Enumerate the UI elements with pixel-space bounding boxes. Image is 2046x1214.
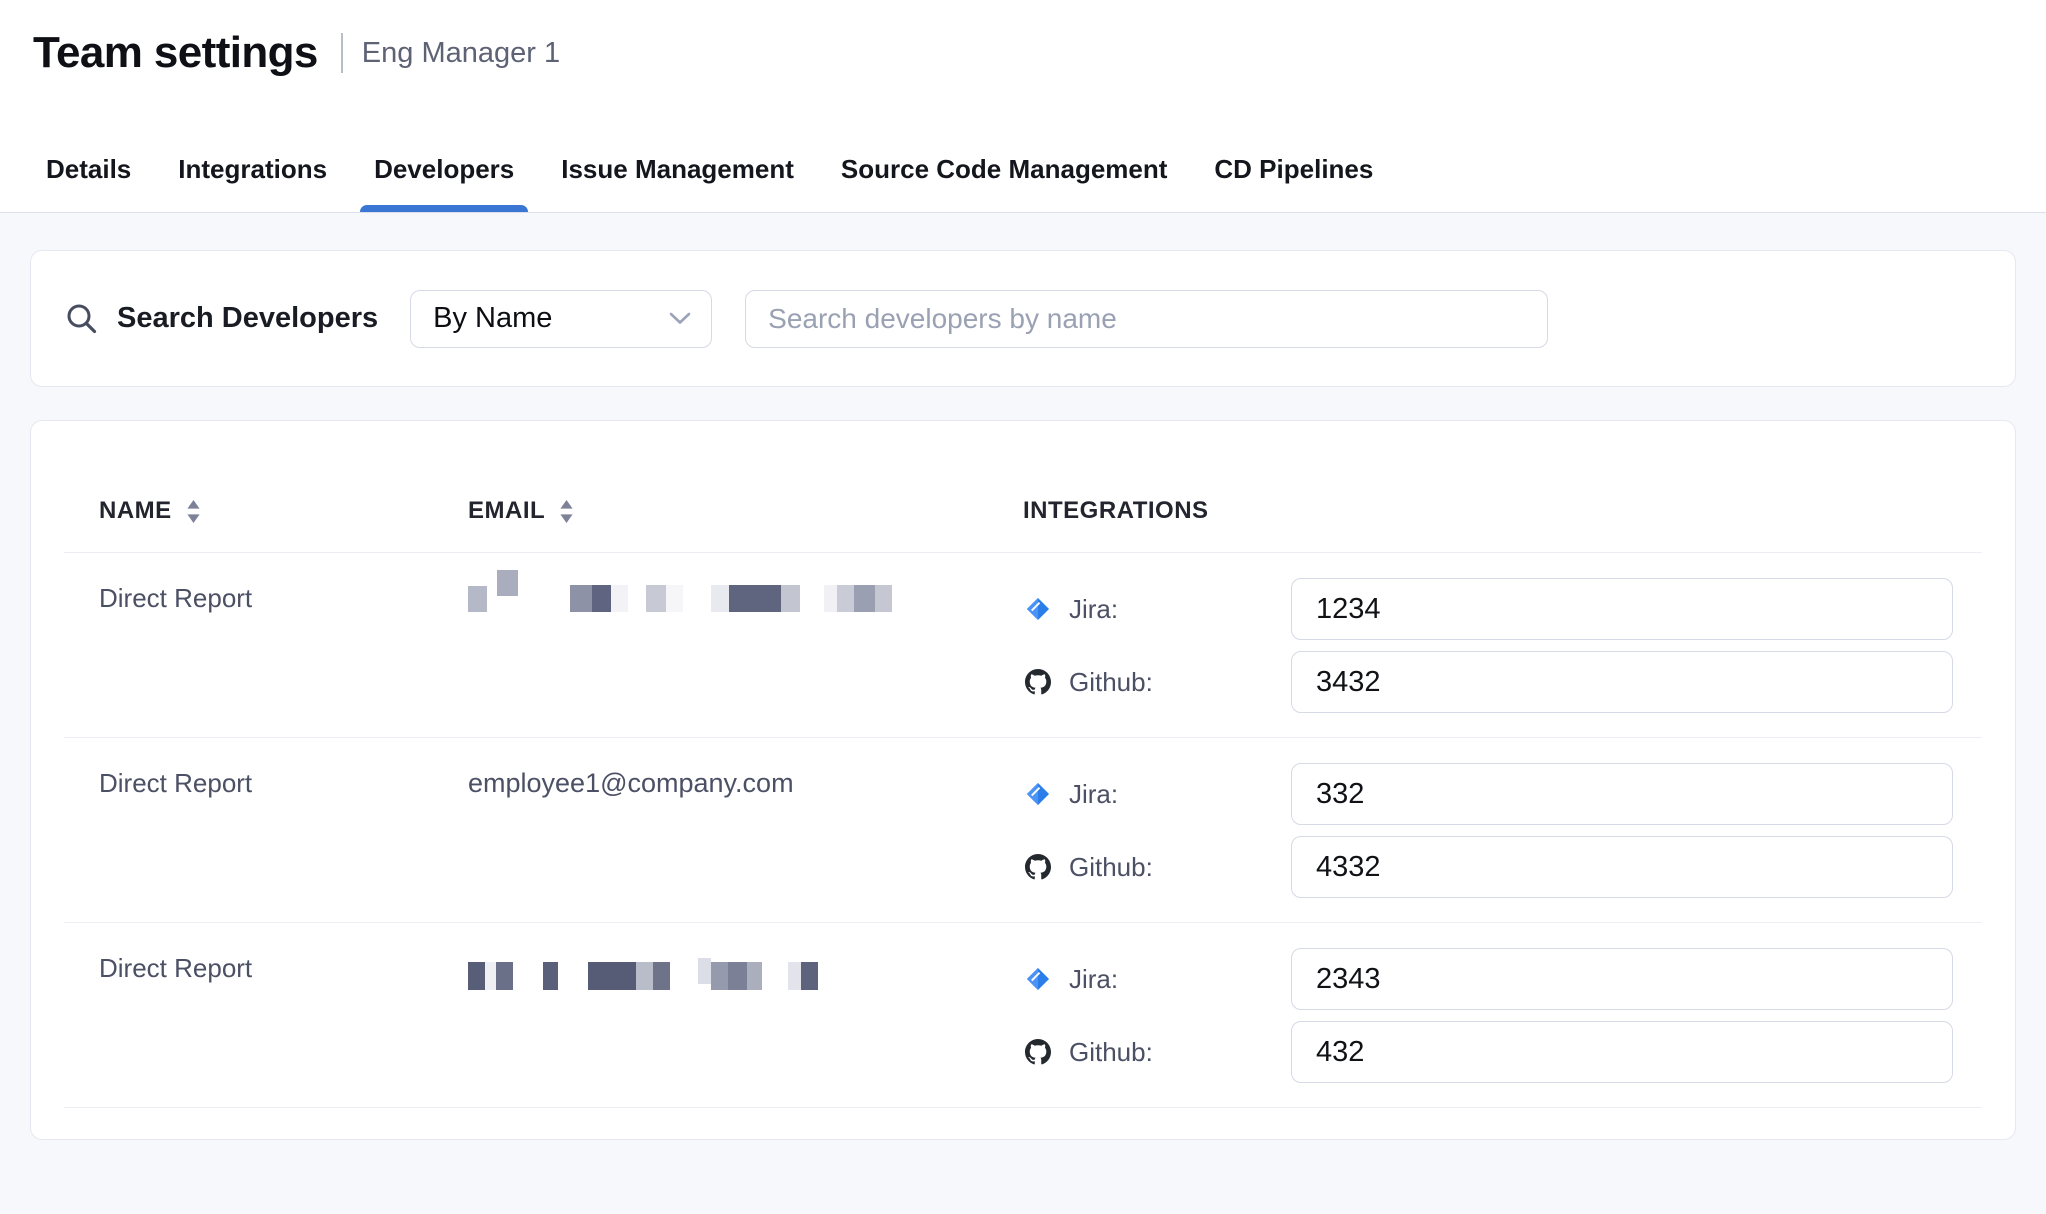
jira-integration-row: Jira: <box>1023 578 1957 640</box>
jira-label: Jira: <box>1069 964 1291 995</box>
jira-id-input-row-1[interactable] <box>1291 578 1953 640</box>
github-integration-row: Github: <box>1023 836 1957 898</box>
github-label: Github: <box>1069 852 1291 883</box>
developer-name: Direct Report <box>99 948 468 1107</box>
search-input[interactable] <box>745 290 1548 348</box>
table-header-row: NAME EMAIL INTEGRATIONS <box>31 421 2015 552</box>
sort-name-icon[interactable] <box>186 499 201 524</box>
tab-integrations[interactable]: Integrations <box>178 154 327 212</box>
github-icon <box>1025 854 1053 880</box>
page-header: Team settings Eng Manager 1 Details Inte… <box>0 0 2046 213</box>
chevron-down-icon <box>669 312 691 325</box>
search-label: Search Developers <box>117 302 378 335</box>
tab-source-code-management[interactable]: Source Code Management <box>841 154 1168 212</box>
jira-icon <box>1025 596 1053 622</box>
sort-email-icon[interactable] <box>559 499 574 524</box>
search-filter-select[interactable]: By Name <box>410 290 712 348</box>
github-id-input-row-1[interactable] <box>1291 651 1953 713</box>
tab-details[interactable]: Details <box>46 154 131 212</box>
table-row: Direct Report <box>31 923 2015 1107</box>
github-icon <box>1025 669 1053 695</box>
column-header-integrations-label: INTEGRATIONS <box>1023 497 1209 525</box>
tab-developers[interactable]: Developers <box>374 154 514 212</box>
row-divider <box>64 1107 1982 1108</box>
column-header-name: NAME <box>99 497 468 525</box>
jira-id-input-row-2[interactable] <box>1291 763 1953 825</box>
tab-issue-management[interactable]: Issue Management <box>561 154 794 212</box>
developer-name: Direct Report <box>99 763 468 922</box>
jira-label: Jira: <box>1069 779 1291 810</box>
page-subtitle: Eng Manager 1 <box>362 37 560 70</box>
jira-icon <box>1025 781 1053 807</box>
table-row: Direct Report <box>31 553 2015 737</box>
github-id-input-row-2[interactable] <box>1291 836 1953 898</box>
search-filter-value: By Name <box>433 302 552 335</box>
table-row: Direct Report employee1@company.com Jira… <box>31 738 2015 922</box>
column-header-integrations: INTEGRATIONS <box>1023 497 2015 525</box>
jira-integration-row: Jira: <box>1023 763 1957 825</box>
redacted-email <box>468 570 1023 612</box>
tab-bar: Details Integrations Developers Issue Ma… <box>46 154 1373 212</box>
tab-cd-pipelines[interactable]: CD Pipelines <box>1214 154 1373 212</box>
search-icon <box>64 301 100 337</box>
github-integration-row: Github: <box>1023 651 1957 713</box>
developers-table: NAME EMAIL INTEGRATIONS Direct Report <box>30 420 2016 1140</box>
github-integration-row: Github: <box>1023 1021 1957 1083</box>
jira-label: Jira: <box>1069 594 1291 625</box>
developer-email: employee1@company.com <box>468 763 1023 922</box>
page-title: Team settings <box>33 28 318 78</box>
redacted-email <box>468 948 1023 990</box>
developer-name: Direct Report <box>99 578 468 737</box>
jira-integration-row: Jira: <box>1023 948 1957 1010</box>
title-divider <box>341 33 343 73</box>
search-panel: Search Developers By Name <box>30 250 2016 387</box>
jira-id-input-row-3[interactable] <box>1291 948 1953 1010</box>
column-header-name-label: NAME <box>99 497 172 525</box>
github-id-input-row-3[interactable] <box>1291 1021 1953 1083</box>
title-row: Team settings Eng Manager 1 <box>33 28 2046 78</box>
column-header-email-label: EMAIL <box>468 497 545 525</box>
column-header-email: EMAIL <box>468 497 1023 525</box>
github-label: Github: <box>1069 667 1291 698</box>
jira-icon <box>1025 966 1053 992</box>
github-label: Github: <box>1069 1037 1291 1068</box>
github-icon <box>1025 1039 1053 1065</box>
